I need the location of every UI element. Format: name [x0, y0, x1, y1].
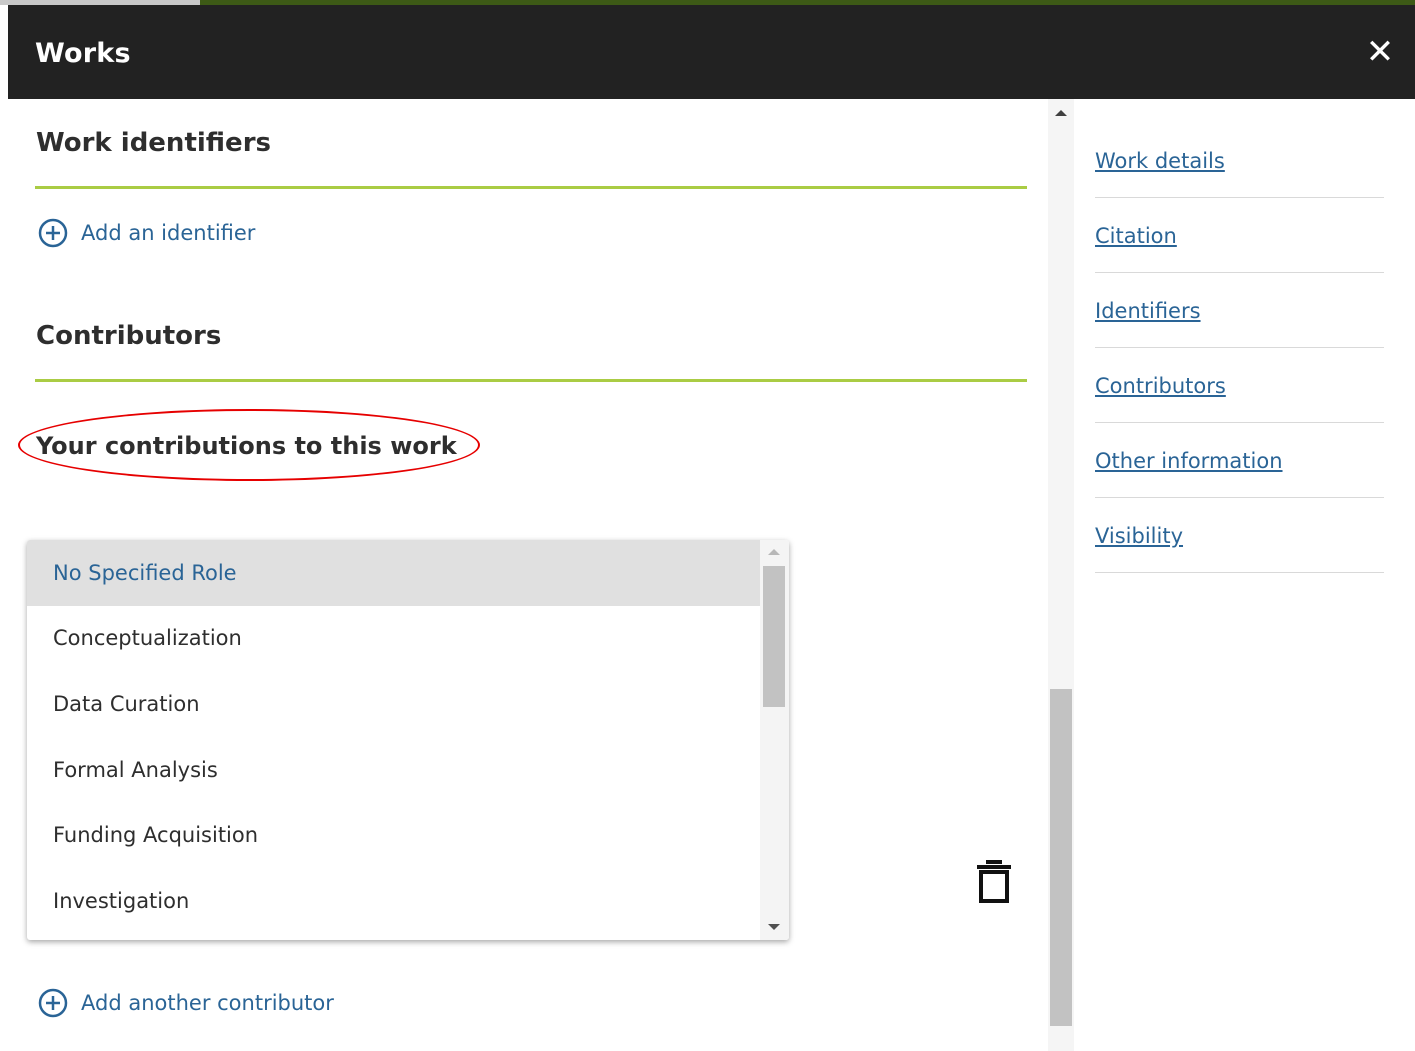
contributors-heading: Contributors: [36, 321, 222, 351]
side-nav-item-identifiers: Identifiers: [1095, 274, 1384, 348]
role-option[interactable]: Conceptualization: [27, 605, 760, 671]
side-nav-item-other-information: Other information: [1095, 424, 1384, 498]
side-nav-item-citation: Citation: [1095, 199, 1384, 273]
role-option[interactable]: Funding Acquisition: [27, 802, 760, 868]
role-option[interactable]: Formal Analysis: [27, 737, 760, 803]
role-option[interactable]: Investigation: [27, 868, 760, 934]
side-nav: Work details Citation Identifiers Contri…: [1095, 124, 1384, 574]
side-nav-link[interactable]: Citation: [1095, 224, 1177, 248]
plus-circle-icon: [38, 218, 68, 248]
scroll-up-arrow-icon[interactable]: [768, 549, 780, 555]
your-contributions-label: Your contributions to this work: [36, 432, 457, 460]
side-nav-link[interactable]: Contributors: [1095, 374, 1226, 398]
section-divider: [35, 186, 1027, 189]
contributor-role-dropdown[interactable]: No Specified Role Conceptualization Data…: [27, 540, 789, 940]
scrollbar-thumb[interactable]: [1050, 689, 1072, 1026]
plus-circle-icon: [38, 988, 68, 1018]
role-option[interactable]: Data Curation: [27, 671, 760, 737]
side-nav-item-visibility: Visibility: [1095, 499, 1384, 573]
side-nav-link[interactable]: Other information: [1095, 449, 1283, 473]
side-nav-link[interactable]: Identifiers: [1095, 299, 1201, 323]
side-nav-item-work-details: Work details: [1095, 124, 1384, 198]
add-contributor-button[interactable]: Add another contributor: [38, 988, 334, 1018]
scroll-up-arrow-icon[interactable]: [1055, 110, 1067, 116]
add-contributor-label: Add another contributor: [81, 991, 334, 1015]
scroll-down-arrow-icon[interactable]: [768, 924, 780, 930]
dropdown-scrollbar[interactable]: [760, 540, 789, 940]
scrollbar-thumb[interactable]: [763, 566, 785, 707]
add-identifier-button[interactable]: Add an identifier: [38, 218, 255, 248]
work-identifiers-heading: Work identifiers: [36, 128, 271, 158]
side-nav-item-contributors: Contributors: [1095, 349, 1384, 423]
trash-icon[interactable]: [975, 858, 1013, 904]
modal-header: Works ✕: [8, 5, 1415, 99]
add-identifier-label: Add an identifier: [81, 221, 256, 245]
role-option[interactable]: No Specified Role: [27, 540, 760, 606]
modal-title: Works: [35, 38, 131, 69]
main-scrollbar[interactable]: [1048, 99, 1074, 1051]
close-icon[interactable]: ✕: [1365, 35, 1395, 69]
side-nav-link[interactable]: Visibility: [1095, 524, 1183, 548]
section-divider: [35, 379, 1027, 382]
side-nav-link[interactable]: Work details: [1095, 149, 1225, 173]
